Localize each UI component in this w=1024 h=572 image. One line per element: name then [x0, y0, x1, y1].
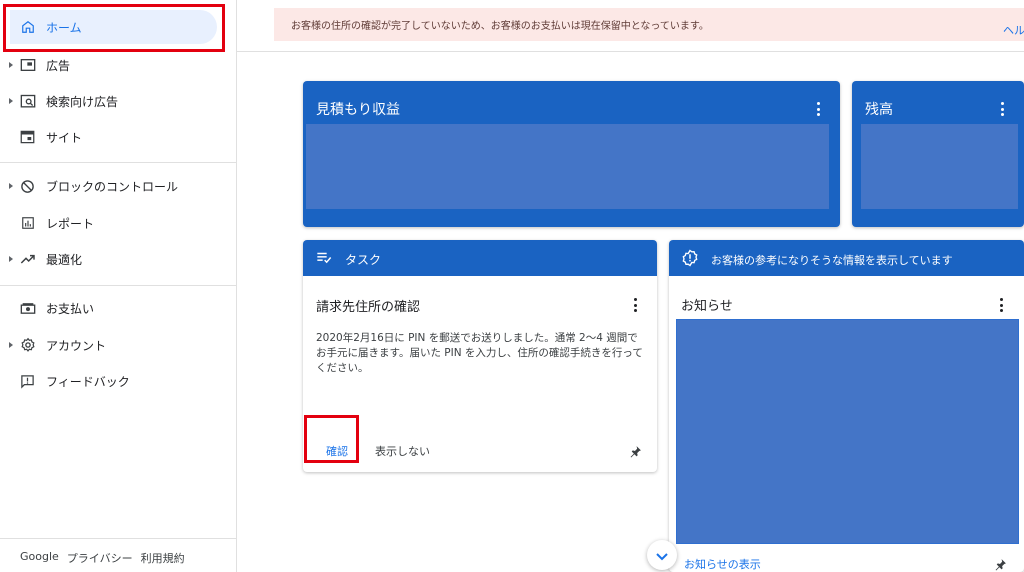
more-vert-icon[interactable] [999, 298, 1003, 312]
card-title: 残高 [865, 102, 893, 118]
sidebar-item-label: フィードバック [46, 374, 130, 389]
notice-text: お客様の住所の確認が完了していないため、お客様のお支払いは現在保留中となっていま… [291, 21, 709, 32]
task-title: 請求先住所の確認 [316, 300, 421, 315]
sidebar-item-label: ブロックのコントロール [46, 179, 179, 194]
info-header-label: お客様の参考になりそうな情報を表示しています [711, 254, 953, 267]
sidebar-item-optimization[interactable]: 最適化 [0, 242, 237, 276]
sidebar-item-label: アカウント [46, 338, 107, 353]
info-card: お客様の参考になりそうな情報を表示しています お知らせ お知らせの表示 [669, 240, 1024, 572]
report-icon [19, 215, 36, 232]
google-footer-text: Google [20, 550, 59, 563]
scroll-down-button[interactable] [647, 540, 677, 570]
sidebar-divider [0, 162, 237, 163]
feedback-icon [19, 373, 36, 390]
task-header-label: タスク [345, 253, 382, 267]
sidebar-item-search-ads[interactable]: 検索向け広告 [0, 84, 237, 118]
insight-icon [681, 249, 699, 270]
chevron-down-icon [656, 546, 668, 565]
more-vert-icon[interactable] [1000, 102, 1004, 116]
highlight-box-home [3, 4, 225, 52]
block-icon [19, 178, 36, 195]
sidebar: ホーム 広告 検索向け広告 サイト ブロックのコントロール レポート 最適化 お… [0, 0, 237, 572]
search-ads-icon [19, 93, 36, 110]
sidebar-item-blocking-controls[interactable]: ブロックのコントロール [0, 169, 237, 203]
sidebar-item-ads[interactable]: 広告 [0, 48, 237, 82]
sidebar-divider [0, 538, 237, 539]
ad-unit-icon [19, 57, 36, 74]
expand-caret-icon[interactable] [9, 256, 13, 262]
expand-caret-icon[interactable] [9, 342, 13, 348]
dismiss-button[interactable]: 表示しない [375, 443, 430, 459]
info-card-header: お客様の参考になりそうな情報を表示しています [669, 240, 1024, 276]
terms-link[interactable]: 利用規約 [141, 550, 185, 566]
highlight-box-confirm [304, 415, 359, 463]
more-vert-icon[interactable] [816, 102, 820, 116]
balance-card: 残高 [852, 81, 1024, 227]
view-news-link[interactable]: お知らせの表示 [684, 556, 761, 572]
top-notice-bar: お客様の住所の確認が完了していないため、お客様のお支払いは現在保留中となっていま… [237, 0, 1024, 52]
sidebar-item-reports[interactable]: レポート [0, 206, 237, 240]
news-content-placeholder [676, 319, 1019, 544]
sidebar-item-label: 最適化 [46, 252, 83, 267]
card-content-placeholder [861, 124, 1018, 209]
help-link[interactable]: ヘル [1003, 22, 1024, 38]
card-content-placeholder [306, 124, 829, 209]
sidebar-item-payments[interactable]: お支払い [0, 291, 237, 325]
sidebar-divider [0, 285, 237, 286]
expand-caret-icon[interactable] [9, 183, 13, 189]
payment-icon [19, 300, 36, 317]
payment-hold-notice: お客様の住所の確認が完了していないため、お客様のお支払いは現在保留中となっていま… [274, 8, 1024, 41]
news-title: お知らせ [681, 299, 733, 314]
sidebar-item-label: サイト [46, 130, 83, 145]
expand-caret-icon[interactable] [9, 98, 13, 104]
site-icon [19, 129, 36, 146]
pin-icon[interactable] [629, 443, 642, 462]
card-title: 見積もり収益 [316, 102, 400, 118]
task-card-header: タスク [303, 240, 657, 276]
gear-icon [19, 337, 36, 354]
sidebar-item-sites[interactable]: サイト [0, 120, 237, 154]
privacy-link[interactable]: プライバシー [67, 550, 133, 566]
sidebar-item-label: 広告 [46, 58, 71, 73]
sidebar-footer: Google プライバシー 利用規約 [20, 550, 185, 566]
sidebar-item-label: お支払い [46, 301, 95, 316]
task-description: 2020年2月16日に PIN を郵送でお送りしました。通常 2～4 週間でお手… [316, 332, 643, 374]
expand-caret-icon[interactable] [9, 62, 13, 68]
more-vert-icon[interactable] [633, 298, 637, 312]
checklist-icon [316, 251, 332, 267]
sidebar-item-account[interactable]: アカウント [0, 328, 237, 362]
trending-up-icon [19, 251, 36, 268]
pin-icon[interactable] [994, 556, 1007, 572]
estimated-earnings-card: 見積もり収益 [303, 81, 840, 227]
sidebar-item-label: レポート [46, 216, 95, 231]
sidebar-item-label: 検索向け広告 [46, 94, 119, 109]
sidebar-item-feedback[interactable]: フィードバック [0, 364, 237, 398]
